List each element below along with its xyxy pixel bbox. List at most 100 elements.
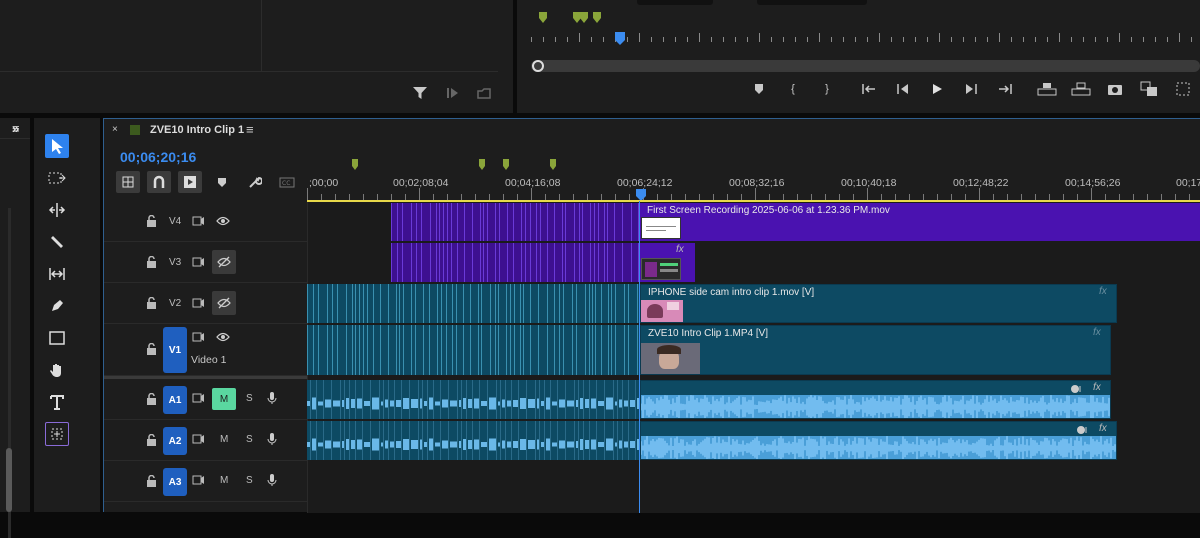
lock-icon[interactable] [146,393,157,405]
rectangle-tool-icon[interactable] [45,326,69,350]
track-header-v3: V3 [104,242,307,283]
add-marker-icon[interactable] [217,177,227,188]
nest-insert-icon[interactable] [116,171,140,193]
scrollbar-thumb[interactable] [6,448,12,512]
playhead-timecode[interactable]: 00;06;20;16 [120,149,196,165]
lock-icon[interactable] [146,256,157,268]
playhead-line[interactable] [639,201,640,513]
compare-view-icon[interactable] [1138,79,1160,99]
mark-in-icon[interactable]: { [782,79,804,99]
mute-button[interactable]: M [220,434,228,445]
v2-cut-clips[interactable] [307,284,640,323]
go-to-in-icon[interactable] [858,79,880,99]
clip-name: First Screen Recording 2025-06-06 at 1.2… [647,205,890,216]
automate-icon[interactable] [444,85,460,101]
lift-icon[interactable] [1036,79,1058,99]
zoom-handle[interactable] [532,60,544,72]
go-to-out-icon[interactable] [994,79,1016,99]
timeline-panel: × ZVE10 Intro Clip 1 ≡ 00;06;20;16 CC ;0… [103,118,1200,513]
filter-icon[interactable] [412,85,428,101]
a2-cut-clips[interactable] [307,421,640,460]
lock-icon[interactable] [146,343,157,355]
tab-menu-icon[interactable]: ≡ [246,122,254,137]
sync-lock-icon[interactable] [192,216,205,226]
mute-button[interactable]: M [220,475,228,486]
time-ruler[interactable] [307,147,1200,201]
v2-iphone-clip[interactable]: IPHONE side cam intro clip 1.mov [V] fx [640,284,1117,323]
project-column-1 [0,0,262,72]
source-patch-v1[interactable]: V1 [163,327,187,373]
lock-icon[interactable] [146,297,157,309]
sequence-tab-title[interactable]: ZVE10 Intro Clip 1 [150,124,244,136]
eye-visible-icon[interactable] [216,332,230,342]
v3-cut-clips[interactable] [391,243,640,282]
step-forward-icon[interactable] [960,79,982,99]
new-bin-icon[interactable] [476,85,492,101]
sync-lock-icon[interactable] [192,298,205,308]
track-name-v2[interactable]: V2 [169,298,181,309]
v1-zve10-clip[interactable]: ZVE10 Intro Clip 1.MP4 [V] fx [640,325,1111,375]
captions-icon[interactable]: CC [279,177,295,188]
export-frame-icon[interactable] [1104,79,1126,99]
clip-thumbnail [641,300,683,322]
lock-icon[interactable] [146,215,157,227]
linked-selection-icon[interactable] [178,171,202,193]
monitor-zoom-scrollbar[interactable] [531,60,1200,72]
sync-lock-icon[interactable] [192,257,205,267]
step-back-icon[interactable] [892,79,914,99]
v3-clip[interactable]: fx [640,243,695,282]
sync-lock-icon[interactable] [192,475,205,485]
ripple-edit-tool-icon[interactable] [45,198,69,222]
voiceover-mic-icon[interactable] [267,432,277,446]
generative-extend-tool-icon[interactable] [45,422,69,446]
voiceover-mic-icon[interactable] [267,391,277,405]
play-icon[interactable] [926,79,948,99]
v4-screen-recording-clip[interactable]: First Screen Recording 2025-06-06 at 1.2… [640,203,1200,241]
track-name-v4[interactable]: V4 [169,216,181,227]
a1-cut-clips[interactable] [307,380,640,419]
left-panel-stub: ≡ [0,118,30,538]
mute-button-active[interactable]: M [212,388,236,410]
extract-icon[interactable] [1070,79,1092,99]
expand-panels-icon[interactable]: » [12,121,19,136]
selection-tool-icon[interactable] [45,134,69,158]
a2-audio-clip[interactable]: fx [640,421,1117,460]
a1-audio-clip[interactable]: fx [640,380,1111,419]
source-patch-a2[interactable]: A2 [163,427,187,455]
hand-tool-icon[interactable] [45,358,69,382]
track-select-tool-icon[interactable] [45,166,69,190]
eye-visible-icon[interactable] [216,216,230,226]
track-label-video1[interactable]: Video 1 [191,354,226,366]
solo-button[interactable]: S [246,393,253,404]
add-marker-icon[interactable] [748,79,770,99]
comparison-toggle-icon[interactable] [1172,79,1194,99]
snap-magnet-icon[interactable] [147,171,171,193]
track-name-v3[interactable]: V3 [169,257,181,268]
source-patch-a1[interactable]: A1 [163,386,187,414]
track-header-v4: V4 [104,202,307,242]
lock-icon[interactable] [146,434,157,446]
type-tool-icon[interactable] [45,390,69,414]
lock-icon[interactable] [146,475,157,487]
mark-out-icon[interactable]: } [816,79,838,99]
solo-button[interactable]: S [246,434,253,445]
eye-hidden-icon[interactable] [212,250,236,274]
solo-button[interactable]: S [246,475,253,486]
razor-tool-icon[interactable] [45,230,69,254]
close-tab-icon[interactable]: × [112,124,118,135]
source-patch-a3[interactable]: A3 [163,468,187,496]
slip-tool-icon[interactable] [45,262,69,286]
pen-tool-icon[interactable] [45,294,69,318]
sync-lock-icon[interactable] [192,393,205,403]
v1-cut-clips[interactable] [307,325,640,375]
sync-lock-icon[interactable] [192,332,205,342]
project-column-2 [262,0,498,72]
wrench-settings-icon[interactable] [248,175,262,189]
monitor-time-ruler[interactable] [517,30,1200,46]
voiceover-mic-icon[interactable] [267,473,277,487]
eye-hidden-icon[interactable] [212,291,236,315]
v4-cut-clips[interactable] [391,203,640,241]
sync-lock-icon[interactable] [192,434,205,444]
ruler-label: 00;10;40;18 [841,177,897,189]
ruler-label: ;00;00 [309,177,339,189]
